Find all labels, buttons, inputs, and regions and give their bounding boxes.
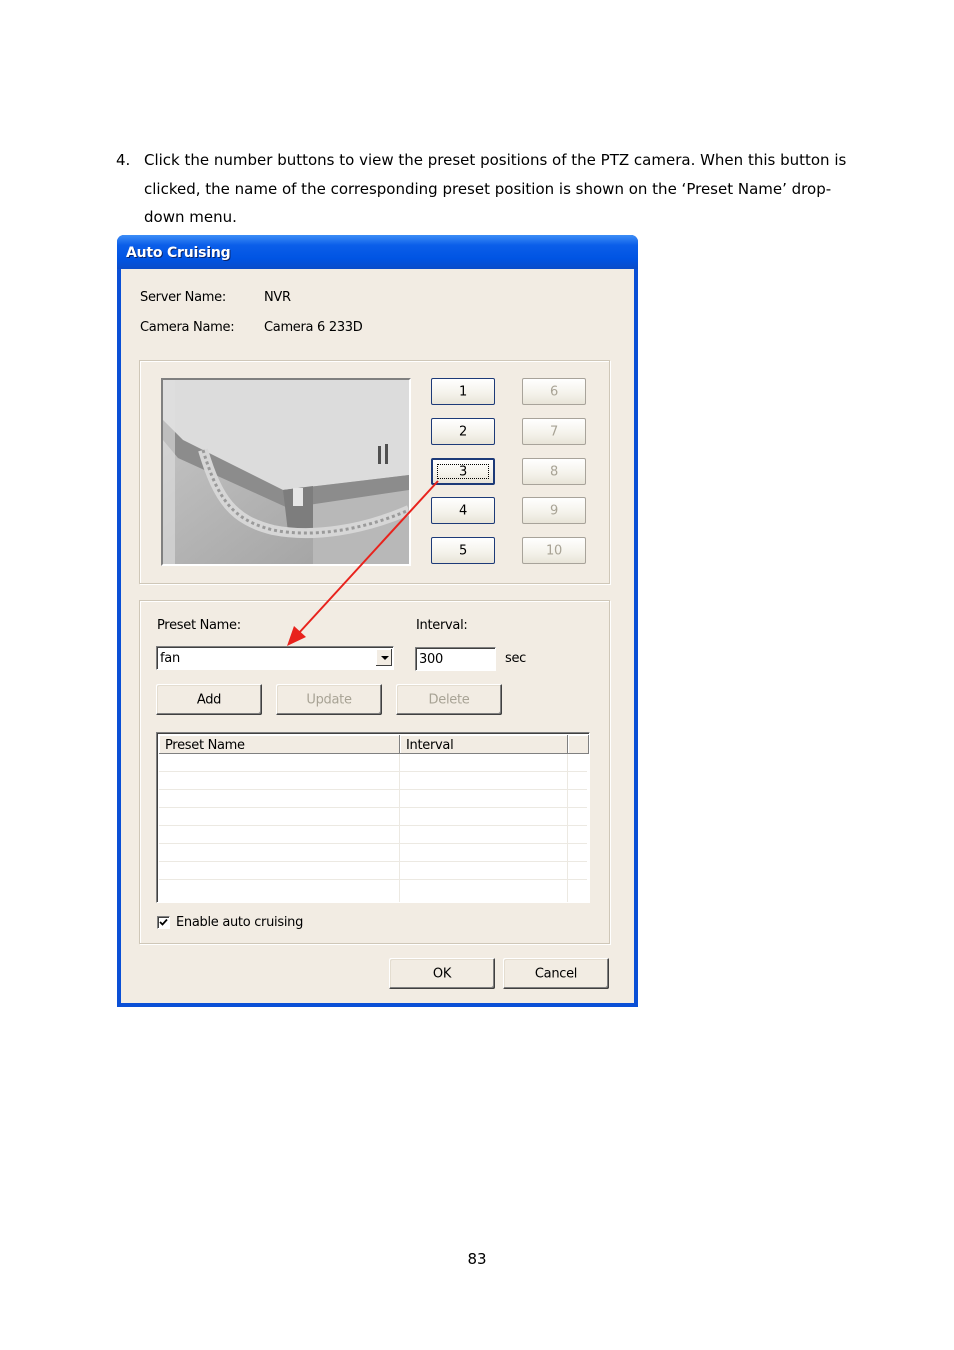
page-number: 83: [467, 1250, 487, 1268]
annotation-arrow: [287, 480, 439, 646]
